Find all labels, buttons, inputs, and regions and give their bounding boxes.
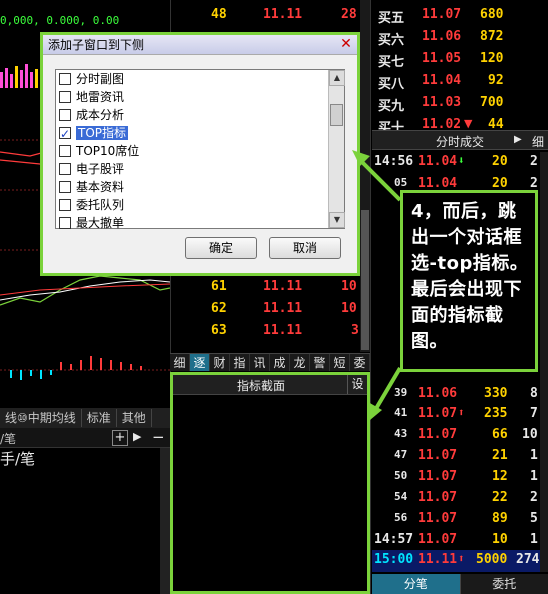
annotation-arrows	[352, 150, 402, 420]
